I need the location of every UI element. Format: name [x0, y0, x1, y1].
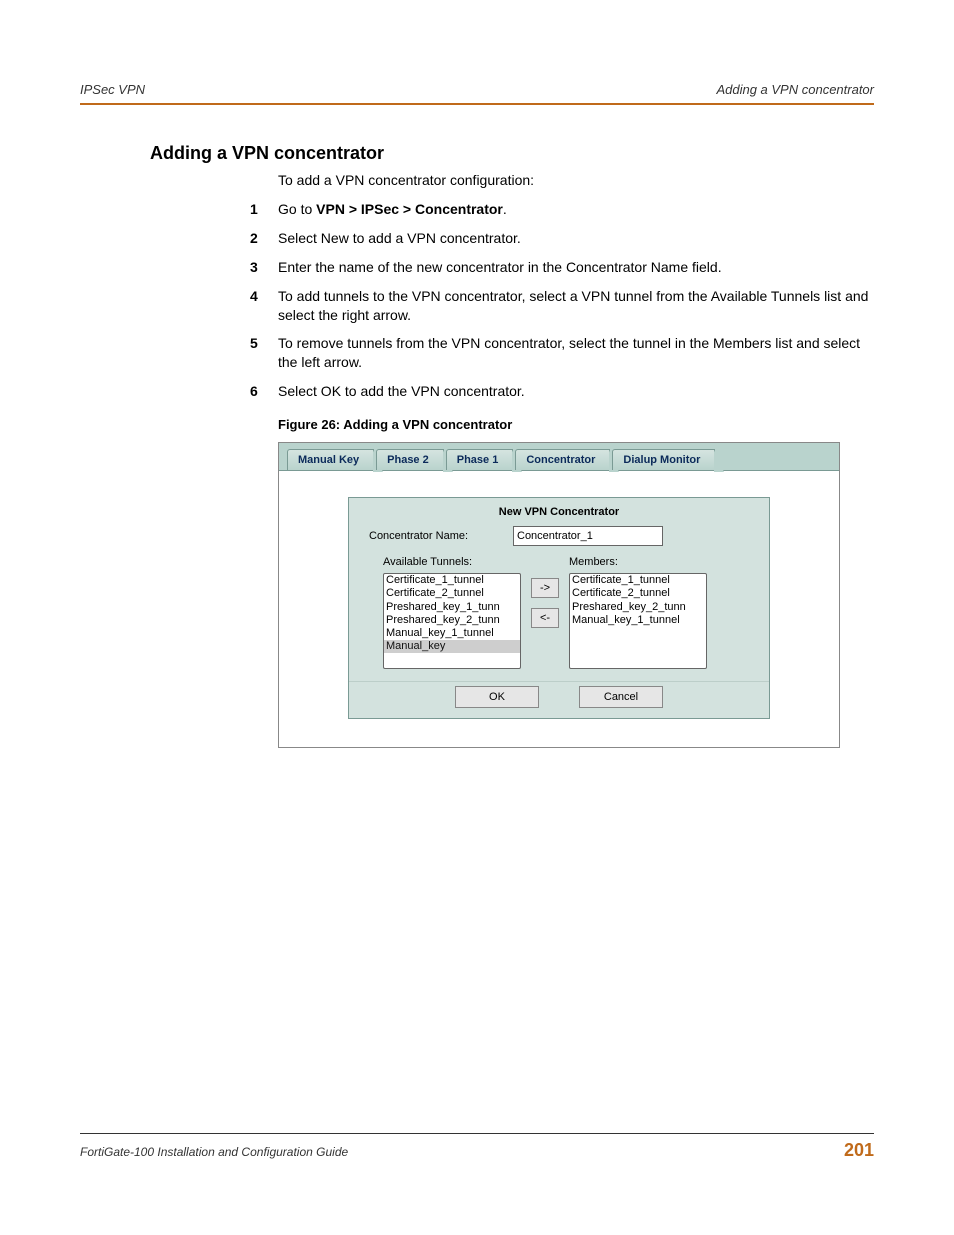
- members-label: Members:: [569, 556, 707, 568]
- button-row: OK Cancel: [349, 681, 769, 718]
- tab-concentrator[interactable]: Concentrator: [515, 449, 610, 470]
- list-item[interactable]: Certificate_1_tunnel: [384, 574, 520, 587]
- footer-guide-name: FortiGate-100 Installation and Configura…: [80, 1145, 348, 1159]
- running-header: IPSec VPN Adding a VPN concentrator: [80, 82, 874, 105]
- available-tunnels-label: Available Tunnels:: [383, 556, 521, 568]
- header-left: IPSec VPN: [80, 82, 145, 97]
- section-title: Adding a VPN concentrator: [150, 143, 874, 164]
- header-right: Adding a VPN concentrator: [716, 82, 874, 97]
- footer-page-number: 201: [844, 1140, 874, 1161]
- available-tunnels-col: Available Tunnels: Certificate_1_tunnel …: [383, 556, 521, 669]
- step-list: Go to VPN > IPSec > Concentrator. Select…: [250, 200, 874, 401]
- members-select[interactable]: Certificate_1_tunnel Certificate_2_tunne…: [569, 573, 707, 669]
- list-item[interactable]: Manual_key_1_tunnel: [384, 627, 520, 640]
- arrow-col: -> <-: [531, 556, 559, 628]
- list-item[interactable]: Certificate_2_tunnel: [570, 587, 706, 600]
- tab-dialup-monitor[interactable]: Dialup Monitor: [612, 449, 715, 470]
- concentrator-name-input[interactable]: [513, 526, 663, 546]
- panel-title: New VPN Concentrator: [349, 498, 769, 524]
- tab-phase-1[interactable]: Phase 1: [446, 449, 514, 470]
- available-tunnels-select[interactable]: Certificate_1_tunnel Certificate_2_tunne…: [383, 573, 521, 669]
- tab-phase-2[interactable]: Phase 2: [376, 449, 444, 470]
- step-3: Enter the name of the new concentrator i…: [250, 258, 874, 277]
- list-item[interactable]: Certificate_1_tunnel: [570, 574, 706, 587]
- members-col: Members: Certificate_1_tunnel Certificat…: [569, 556, 707, 669]
- move-right-button[interactable]: ->: [531, 578, 559, 598]
- figure-caption: Figure 26: Adding a VPN concentrator: [278, 417, 874, 432]
- panel-inner: New VPN Concentrator Concentrator Name: …: [348, 497, 770, 719]
- concentrator-name-row: Concentrator Name:: [349, 524, 769, 556]
- step-1-pre: Go to: [278, 201, 316, 217]
- step-4: To add tunnels to the VPN concentrator, …: [250, 287, 874, 325]
- concentrator-name-label: Concentrator Name:: [369, 530, 499, 542]
- list-item[interactable]: Preshared_key_1_tunn: [384, 601, 520, 614]
- step-6: Select OK to add the VPN concentrator.: [250, 382, 874, 401]
- list-item[interactable]: Preshared_key_2_tunn: [384, 614, 520, 627]
- step-1: Go to VPN > IPSec > Concentrator.: [250, 200, 874, 219]
- tunnel-lists-row: Available Tunnels: Certificate_1_tunnel …: [349, 556, 769, 681]
- step-1-post: .: [503, 201, 507, 217]
- step-5: To remove tunnels from the VPN concentra…: [250, 334, 874, 372]
- panel-outer: New VPN Concentrator Concentrator Name: …: [279, 471, 839, 747]
- step-2: Select New to add a VPN concentrator.: [250, 229, 874, 248]
- list-item[interactable]: Preshared_key_2_tunn: [570, 601, 706, 614]
- page-footer: FortiGate-100 Installation and Configura…: [80, 1133, 874, 1161]
- screenshot-panel: Manual Key Phase 2 Phase 1 Concentrator …: [278, 442, 840, 748]
- cancel-button[interactable]: Cancel: [579, 686, 663, 708]
- intro-text: To add a VPN concentrator configuration:: [278, 172, 874, 188]
- tab-row: Manual Key Phase 2 Phase 1 Concentrator …: [279, 443, 839, 471]
- list-item[interactable]: Manual_key: [384, 640, 520, 653]
- move-left-button[interactable]: <-: [531, 608, 559, 628]
- list-item[interactable]: Manual_key_1_tunnel: [570, 614, 706, 627]
- list-item[interactable]: Certificate_2_tunnel: [384, 587, 520, 600]
- tab-manual-key[interactable]: Manual Key: [287, 449, 374, 470]
- step-1-path: VPN > IPSec > Concentrator: [316, 201, 503, 217]
- ok-button[interactable]: OK: [455, 686, 539, 708]
